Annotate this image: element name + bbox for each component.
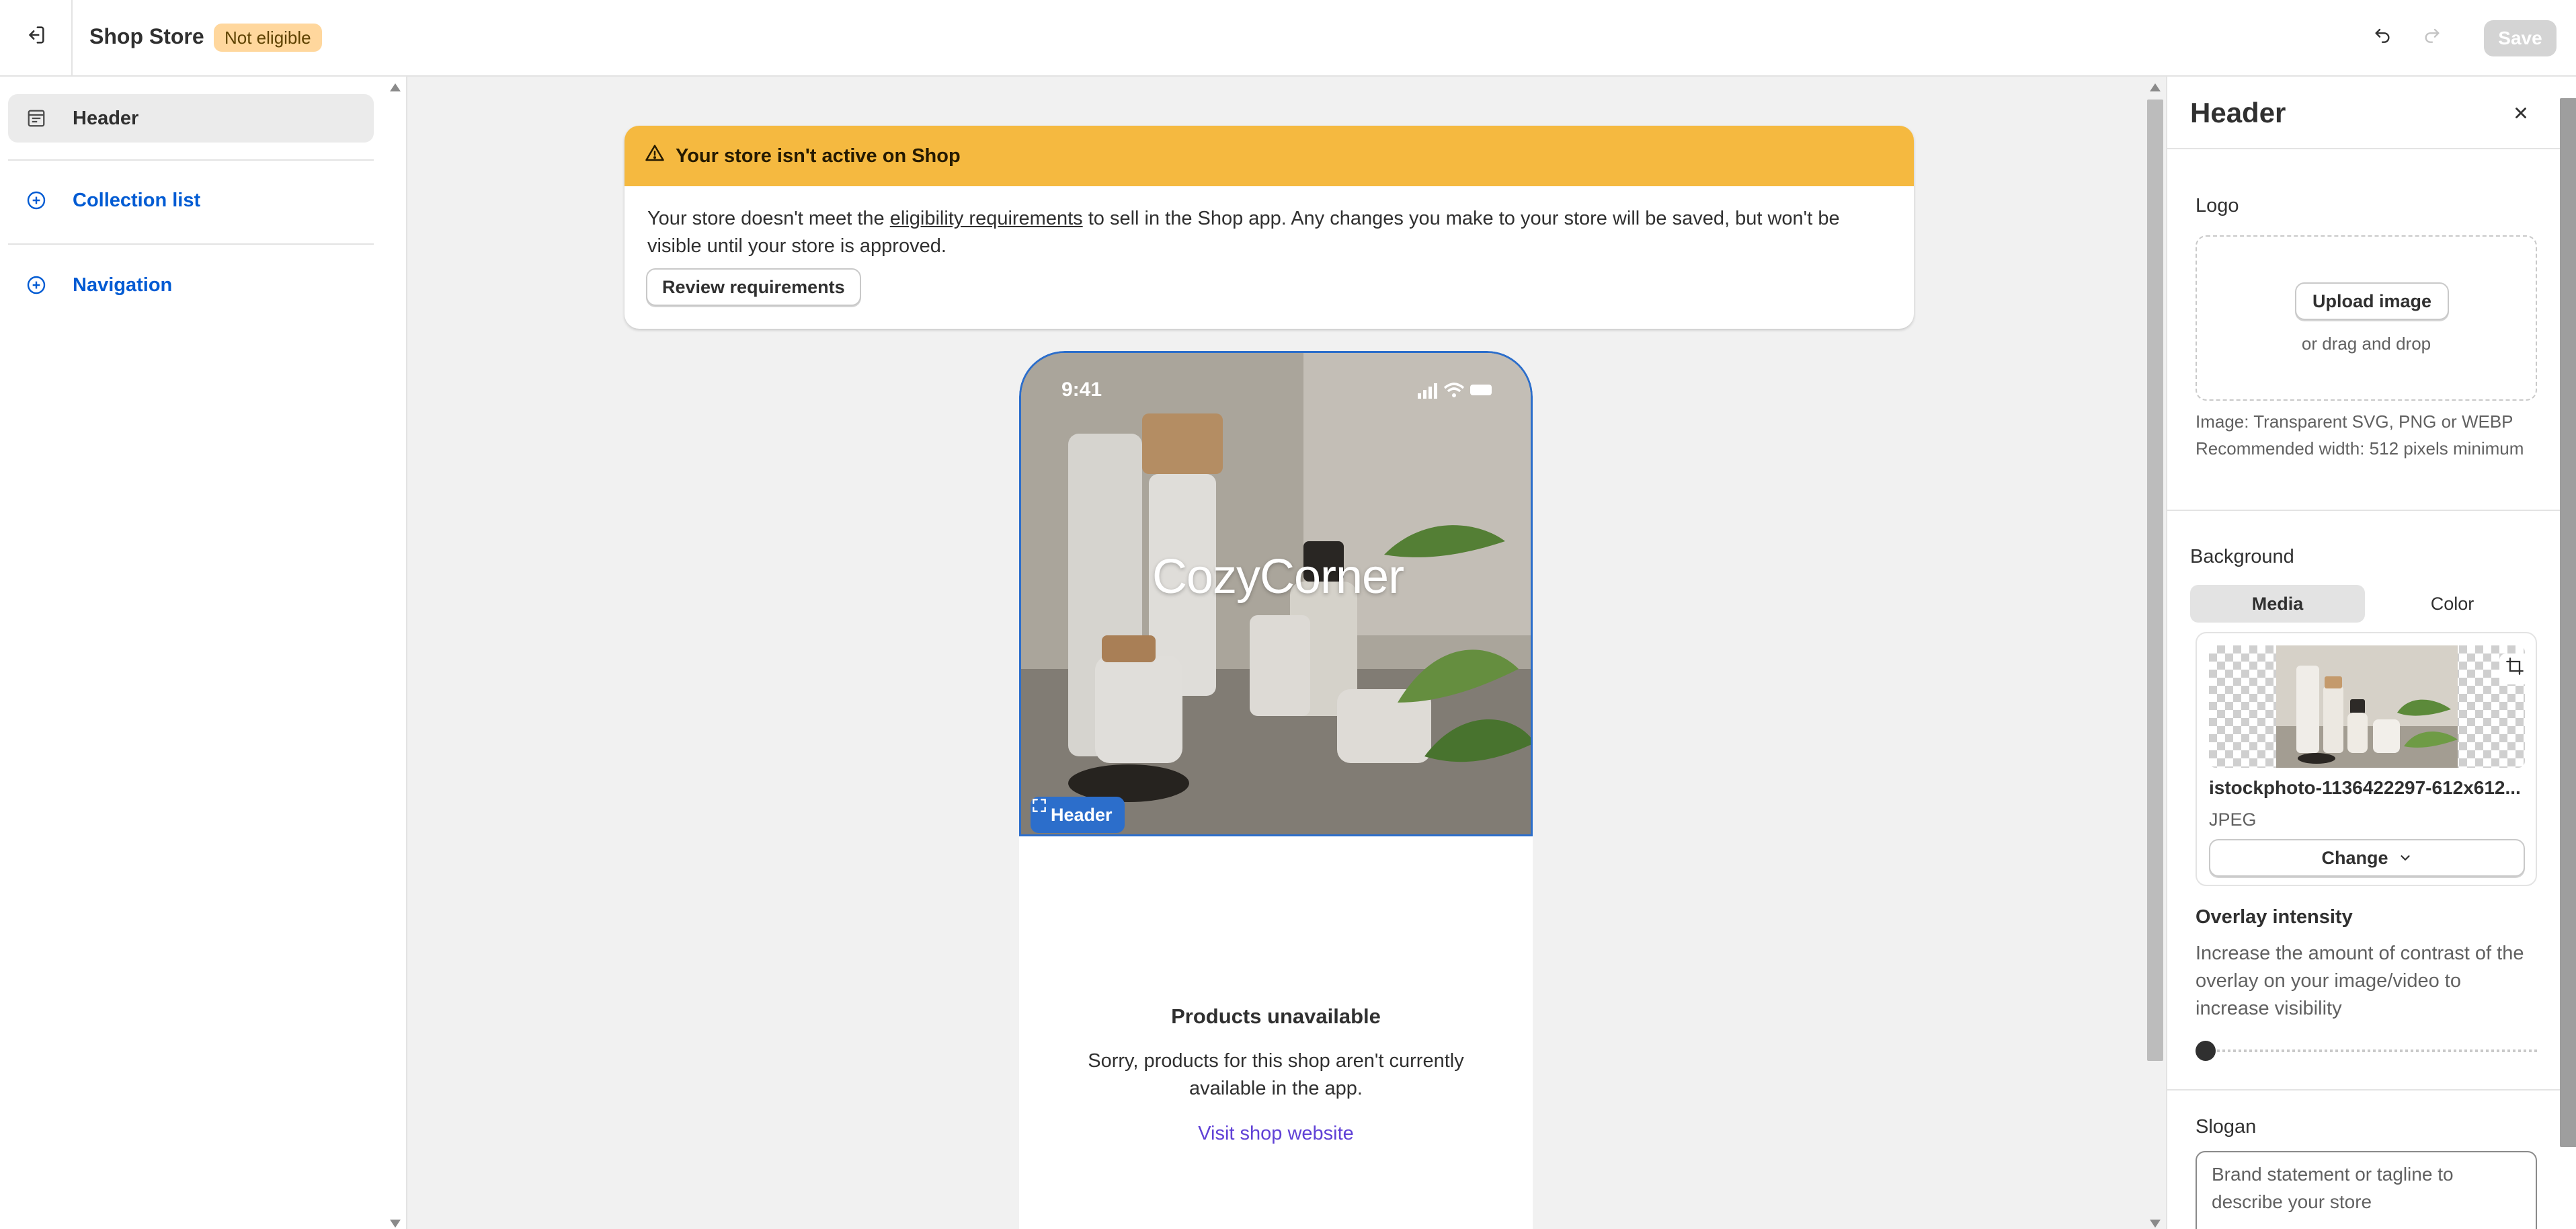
- sidebar-item-collection-list[interactable]: Collection list: [8, 176, 374, 225]
- logo-label: Logo: [2196, 195, 2239, 216]
- brand-name: CozyCorner: [1152, 550, 1404, 604]
- media-file-type: JPEG: [2209, 809, 2257, 830]
- phone-preview: 9:41 CozyCorner Header Products unavaila…: [1019, 351, 1533, 1229]
- visit-shop-website-link[interactable]: Visit shop website: [1019, 1123, 1533, 1145]
- section-tag-label: Header: [1051, 804, 1113, 825]
- logo-format-hint: Image: Transparent SVG, PNG or WEBP: [2196, 411, 2513, 432]
- divider: [2167, 1089, 2560, 1091]
- exit-editor-button[interactable]: [0, 0, 73, 75]
- header-layout-icon: [12, 108, 61, 128]
- status-badge: Not eligible: [214, 24, 322, 52]
- redo-icon: [2421, 24, 2443, 51]
- status-bar-icons: [1415, 380, 1496, 400]
- banner-header: Your store isn't active on Shop: [625, 126, 1914, 186]
- logo-dropzone[interactable]: Upload image or drag and drop: [2196, 235, 2537, 401]
- slogan-input[interactable]: [2196, 1151, 2537, 1229]
- drag-drop-hint: or drag and drop: [2301, 333, 2431, 354]
- overlay-intensity-description: Increase the amount of contrast of the o…: [2196, 943, 2524, 1019]
- header-section-preview[interactable]: 9:41 CozyCorner Header: [1019, 351, 1533, 836]
- divider: [8, 159, 374, 161]
- media-file-name: istockphoto-1136422297-612x612...: [2209, 777, 2521, 798]
- thumbnail-photo: [2276, 645, 2458, 768]
- sidebar-item-label: Navigation: [73, 274, 173, 296]
- overlay-intensity-label: Overlay intensity: [2196, 906, 2353, 928]
- background-media-card: istockphoto-1136422297-612x612... JPEG C…: [2196, 632, 2537, 886]
- sidebar-item-label: Header: [73, 107, 139, 129]
- selected-section-tag: Header: [1031, 797, 1125, 833]
- save-button[interactable]: Save: [2484, 20, 2557, 56]
- add-circle-icon: [12, 190, 61, 211]
- chevron-down-icon: [2398, 850, 2413, 865]
- sidebar-scroll-down-arrow[interactable]: [390, 1220, 401, 1228]
- divider: [8, 243, 374, 245]
- tab-media[interactable]: Media: [2190, 585, 2365, 623]
- change-button-label: Change: [2321, 847, 2388, 868]
- banner-text: Your store doesn't meet the: [647, 208, 890, 229]
- store-name: Shop Store: [89, 24, 204, 48]
- banner-title: Your store isn't active on Shop: [676, 145, 961, 167]
- sidebar-item-header[interactable]: Header: [8, 94, 374, 143]
- products-unavailable-message: Sorry, products for this shop aren't cur…: [1088, 1050, 1464, 1099]
- crop-icon: [2505, 657, 2524, 681]
- review-requirements-button[interactable]: Review requirements: [646, 268, 861, 306]
- eligibility-banner: Your store isn't active on Shop Your sto…: [625, 126, 1914, 329]
- close-panel-button[interactable]: [2507, 102, 2534, 129]
- divider: [2167, 148, 2560, 149]
- change-media-button[interactable]: Change: [2209, 839, 2525, 877]
- sections-sidebar: Header Collection list Navigation: [0, 77, 407, 1229]
- add-circle-icon: [12, 274, 61, 296]
- crop-button[interactable]: [2499, 653, 2525, 684]
- settings-panel: Header Logo Upload image or drag and dro…: [2166, 77, 2576, 1229]
- panel-scrollbar[interactable]: [2560, 98, 2576, 1147]
- close-icon: [2512, 104, 2530, 127]
- exit-icon: [24, 24, 47, 52]
- background-label: Background: [2190, 546, 2294, 567]
- background-type-toggle: Media Color: [2190, 585, 2540, 623]
- panel-title: Header: [2190, 97, 2286, 128]
- upload-image-button[interactable]: Upload image: [2295, 282, 2450, 320]
- divider: [2167, 510, 2560, 511]
- undo-button[interactable]: [2368, 23, 2397, 52]
- overlay-intensity-slider[interactable]: [2196, 1041, 2538, 1061]
- slider-track[interactable]: [2196, 1049, 2537, 1052]
- sidebar-item-label: Collection list: [73, 189, 201, 211]
- slogan-label: Slogan: [2196, 1116, 2257, 1138]
- undo-icon: [2372, 24, 2393, 51]
- slider-thumb[interactable]: [2196, 1041, 2216, 1061]
- canvas-scroll-up-arrow[interactable]: [2150, 83, 2161, 91]
- media-thumbnail: [2209, 645, 2525, 768]
- tab-color[interactable]: Color: [2365, 585, 2540, 623]
- eligibility-requirements-link[interactable]: eligibility requirements: [890, 208, 1083, 229]
- warning-icon: [645, 143, 665, 169]
- top-bar: Shop Store Not eligible Save: [0, 0, 2576, 77]
- status-bar-time: 9:41: [1061, 379, 1102, 401]
- canvas-scroll-down-arrow[interactable]: [2150, 1220, 2161, 1228]
- banner-message: Your store doesn't meet the eligibility …: [625, 186, 1914, 260]
- canvas-scrollbar[interactable]: [2147, 100, 2163, 1061]
- products-unavailable-title: Products unavailable: [1171, 1004, 1381, 1028]
- logo-width-hint: Recommended width: 512 pixels minimum: [2196, 438, 2524, 459]
- redo-button[interactable]: [2417, 23, 2447, 52]
- sidebar-scroll-up-arrow[interactable]: [390, 83, 401, 91]
- sidebar-item-navigation[interactable]: Navigation: [8, 261, 374, 309]
